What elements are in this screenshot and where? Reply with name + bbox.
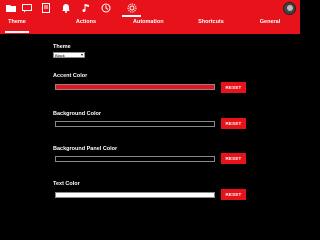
theme-select[interactable]: Black [53,52,85,58]
background-color-label: Background Color [53,111,101,117]
tab-actions[interactable]: Actions [74,17,98,34]
bell-icon[interactable] [60,2,72,14]
tab-automation[interactable]: Automation [133,17,164,34]
top-toolbar [0,0,300,17]
tab-label: Actions [75,19,97,25]
music-icon[interactable] [80,2,92,14]
theme-select-value: Black [55,53,65,58]
background-color-reset-button[interactable]: RESET [221,118,246,129]
document-icon[interactable] [40,2,52,14]
background-panel-color-label: Background Panel Color [53,146,118,152]
accent-color-label: Accent Color [53,73,88,79]
tab-theme[interactable]: Theme [5,17,29,34]
settings-tabbar: Theme Actions Automation Shortcuts Gener… [0,17,300,34]
folder-icon[interactable] [5,2,17,14]
theme-heading: Theme [53,44,71,50]
chevron-down-icon [81,54,83,56]
tab-label: Shortcuts [198,19,224,25]
chat-icon[interactable] [21,2,33,14]
history-icon[interactable] [100,2,112,14]
tab-shortcuts[interactable]: Shortcuts [198,17,224,34]
text-color-label: Text Color [53,181,80,187]
avatar[interactable] [283,2,296,15]
text-color-swatch[interactable] [55,192,215,198]
tab-general[interactable]: General [257,17,283,34]
tab-label: Automation [133,19,164,25]
background-panel-color-swatch[interactable] [55,156,215,162]
tab-label: General [259,19,281,25]
settings-icon[interactable] [126,2,138,14]
accent-color-swatch[interactable] [55,84,215,90]
text-color-reset-button[interactable]: RESET [221,189,246,200]
background-color-swatch[interactable] [55,121,215,127]
background-panel-color-reset-button[interactable]: RESET [221,153,246,164]
tab-label: Theme [8,19,26,25]
accent-color-reset-button[interactable]: RESET [221,82,246,93]
